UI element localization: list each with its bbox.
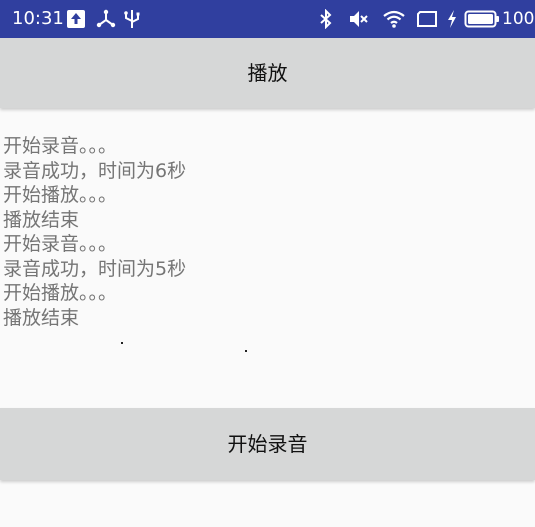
log-line: 开始播放。。。 (3, 184, 118, 206)
log-line: 开始录音。。。 (3, 233, 118, 255)
log-line: 开始录音。。。 (3, 135, 118, 157)
stray-dot (121, 342, 123, 344)
log-line: 开始播放。。。 (3, 282, 118, 304)
bluetooth-icon (320, 9, 332, 29)
status-time: 10:31 (12, 8, 64, 29)
usb-icon (124, 10, 140, 28)
wifi-icon (383, 10, 405, 28)
charging-icon (448, 10, 456, 28)
start-record-button[interactable]: 开始录音 (0, 408, 535, 480)
record-log: 开始录音。。。 录音成功，时间为6秒 开始播放。。。 播放结束 开始录音。。。 … (3, 134, 186, 330)
log-line: 播放结束 (3, 306, 80, 329)
upload-icon (67, 10, 85, 28)
log-line: 播放结束 (3, 208, 80, 231)
status-bar: 10:31 100 (0, 0, 535, 38)
screen-rotate-icon (417, 11, 437, 27)
log-line: 录音成功，时间为5秒 (3, 257, 187, 280)
battery-level-text: 100 (502, 9, 535, 29)
stray-dot (245, 350, 247, 352)
battery-icon (464, 10, 499, 28)
mute-icon (350, 11, 368, 27)
usb-tree-icon (96, 9, 116, 28)
log-line: 录音成功，时间为6秒 (3, 159, 187, 182)
play-button[interactable]: 播放 (0, 38, 535, 108)
